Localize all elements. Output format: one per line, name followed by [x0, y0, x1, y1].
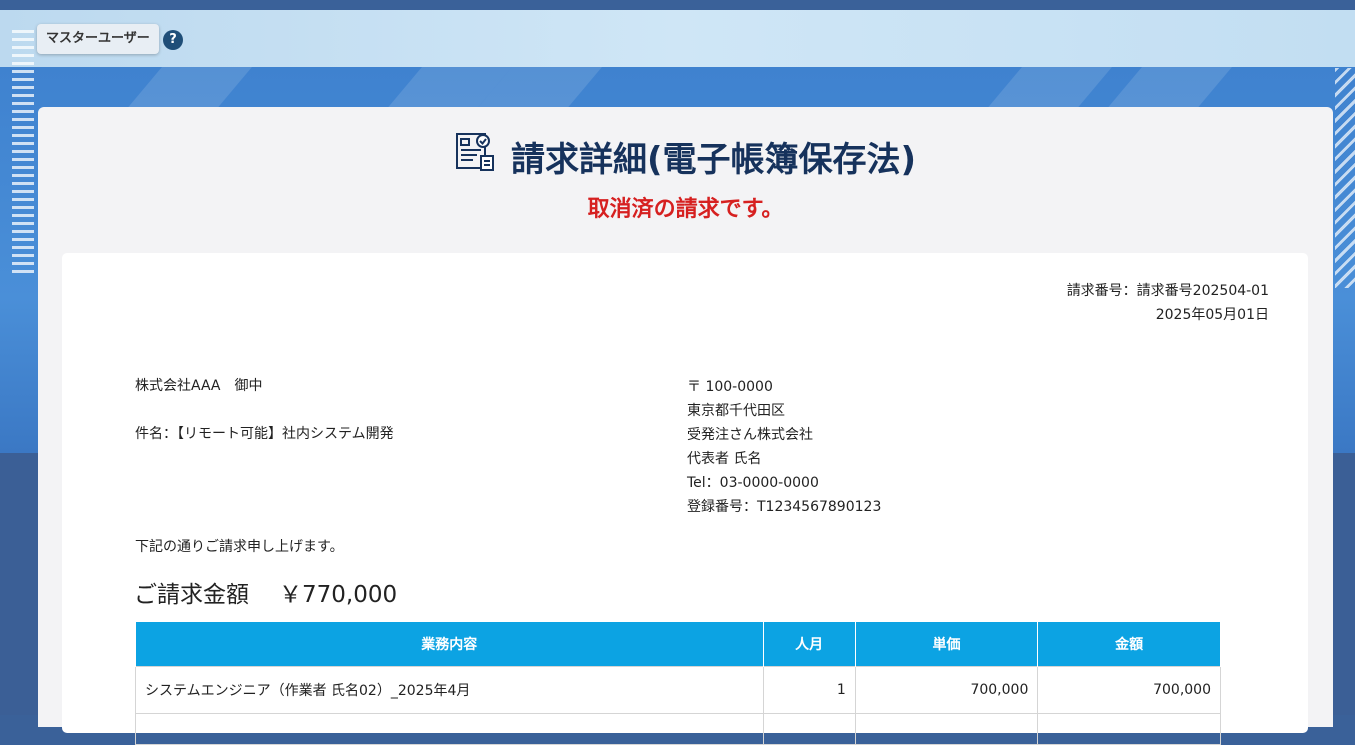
total-amount: ￥770,000	[279, 582, 398, 608]
issuer-address: 東京都千代田区	[687, 403, 785, 419]
client-name: 株式会社AAA 御中	[135, 378, 263, 394]
cell-qty: 1	[762, 666, 856, 714]
issuer-tel: Tel：03-0000-0000	[687, 475, 819, 491]
issuer-company: 受発注さん株式会社	[687, 427, 813, 443]
invoice-number: 請求番号：請求番号202504-01	[1066, 283, 1269, 299]
help-icon[interactable]: ?	[163, 30, 183, 50]
table-row: システムエンジニア（作業者 氏名02）_2025年4月 1 700,000 70…	[135, 666, 1221, 714]
main-panel: 請求詳細(電子帳簿保存法) 取消済の請求です。 請求番号：請求番号202504-…	[38, 107, 1333, 745]
table-row	[135, 713, 1221, 745]
page-title: 請求詳細(電子帳簿保存法)	[38, 131, 1333, 182]
invoice-document-icon	[455, 131, 497, 182]
invoice-meta: 請求番号：請求番号202504-01 2025年05月01日	[1067, 279, 1269, 327]
decorative-bars	[12, 30, 34, 278]
issuer-info: 〒 100-0000 東京都千代田区 受発注さん株式会社 代表者 氏名 Tel：…	[687, 375, 881, 519]
cell-item: システムエンジニア（作業者 氏名02）_2025年4月	[135, 666, 764, 714]
header-background	[0, 10, 1355, 67]
issuer-postal: 〒 100-0000	[687, 379, 773, 395]
table-header-row: 業務内容 人月 単価 金額	[135, 621, 1221, 667]
header-item: 業務内容	[135, 621, 764, 667]
issuer-registration: 登録番号：T1234567890123	[687, 499, 882, 515]
invoice-intro: 下記の通りご請求申し上げます。	[135, 539, 344, 555]
invoice-date: 2025年05月01日	[1155, 307, 1269, 323]
cell-unit-price: 700,000	[854, 666, 1039, 714]
cancel-status-message: 取消済の請求です。	[587, 197, 784, 222]
header-unit-price: 単価	[854, 621, 1039, 667]
total-label: ご請求金額	[134, 582, 249, 608]
page-title-text: 請求詳細(電子帳簿保存法)	[510, 140, 917, 180]
invoice-items-table: 業務内容 人月 単価 金額 システムエンジニア（作業者 氏名02）_2025年4…	[135, 621, 1221, 745]
invoice-total: ご請求金額 ￥770,000	[134, 575, 397, 609]
header-amount: 金額	[1037, 621, 1221, 667]
issuer-representative: 代表者 氏名	[687, 451, 762, 467]
invoice-subject: 件名：【リモート可能】社内システム開発	[135, 426, 394, 442]
user-menu-button[interactable]: マスターユーザー	[37, 24, 159, 54]
invoice-document: 請求番号：請求番号202504-01 2025年05月01日 株式会社AAA 御…	[62, 253, 1308, 745]
decorative-hatch	[1335, 68, 1355, 288]
cell-amount: 700,000	[1037, 666, 1221, 714]
header-qty: 人月	[762, 621, 856, 667]
